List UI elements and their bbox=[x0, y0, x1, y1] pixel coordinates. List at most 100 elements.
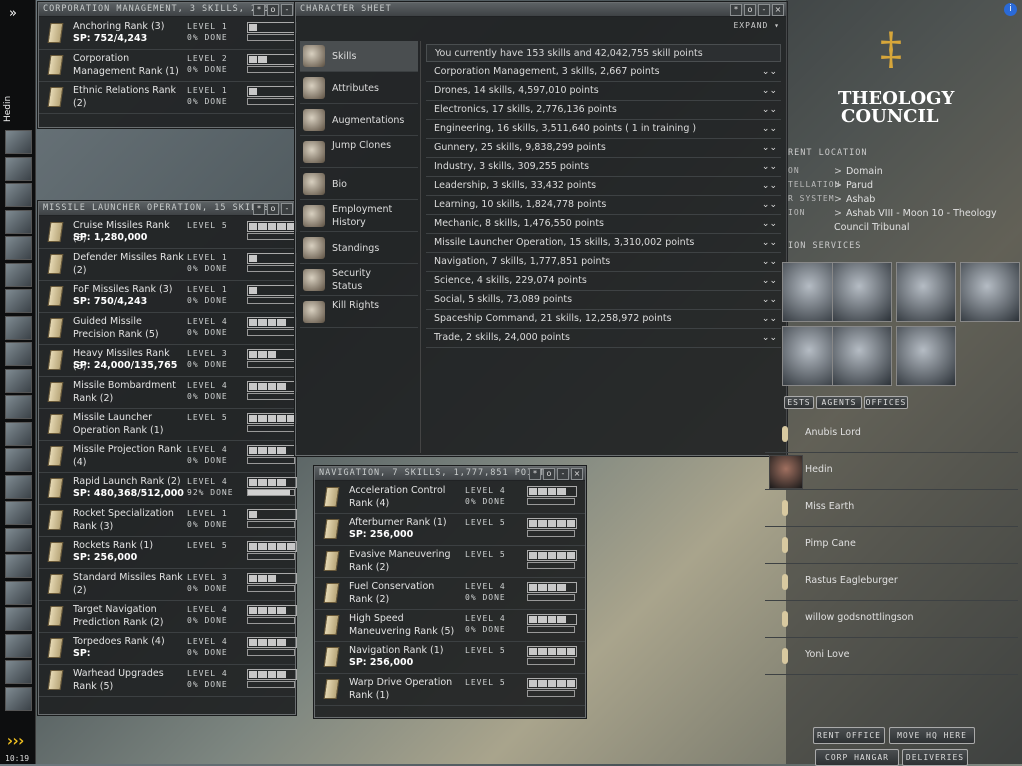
skill-row[interactable]: Fuel Conservation Rank (2) LEVEL 4 0% DONE bbox=[315, 577, 585, 610]
options-icon[interactable]: o bbox=[543, 468, 555, 480]
chevron-down-icon[interactable]: ⌄⌄ bbox=[762, 120, 777, 138]
skill-row[interactable]: Heavy Missiles Rank (3) SP: 24,000/135,76… bbox=[39, 344, 297, 377]
skill-row[interactable]: Acceleration Control Rank (4) LEVEL 4 0% D… bbox=[315, 481, 585, 514]
sheet-tab-kill-rights[interactable]: Kill Rights bbox=[300, 297, 418, 328]
station-icon[interactable] bbox=[5, 262, 32, 287]
assets-icon[interactable] bbox=[5, 368, 32, 393]
skill-row[interactable]: Anchoring Rank (3) SP: 752/4,243 LEVEL 1 0%… bbox=[39, 17, 297, 50]
pin-icon[interactable]: * bbox=[730, 4, 742, 16]
service-market-icon[interactable] bbox=[960, 262, 1020, 322]
agent-row[interactable]: Rastus Eagleburger bbox=[765, 564, 1018, 601]
chevron-down-icon[interactable]: ⌄⌄ bbox=[762, 63, 777, 81]
fitting-icon[interactable] bbox=[5, 315, 32, 340]
sheet-tab-bio[interactable]: Bio bbox=[300, 169, 418, 200]
pin-icon[interactable]: * bbox=[253, 203, 265, 215]
sheet-tab-augmentations[interactable]: Augmentations bbox=[300, 105, 418, 136]
people-icon[interactable] bbox=[5, 527, 32, 552]
skill-row[interactable]: Corporation Management Rank (1) LEVEL 2 0%… bbox=[39, 49, 297, 82]
skill-category-row[interactable]: Gunnery, 25 skills, 9,838,299 points ⌄⌄ bbox=[426, 139, 781, 158]
skill-category-row[interactable]: Engineering, 16 skills, 3,511,640 points… bbox=[426, 120, 781, 139]
station-tab[interactable]: OFFICES bbox=[864, 396, 908, 409]
expand-toggle[interactable]: EXPAND ▾ bbox=[733, 21, 780, 30]
skill-category-row[interactable]: Learning, 10 skills, 1,824,778 points ⌄⌄ bbox=[426, 196, 781, 215]
chevron-down-icon[interactable]: ⌄⌄ bbox=[762, 253, 777, 271]
scroll-arrows-icon[interactable]: ››› bbox=[5, 731, 31, 750]
skill-category-row[interactable]: Missile Launcher Operation, 15 skills, 3… bbox=[426, 234, 781, 253]
deliveries-button[interactable]: DELIVERIES bbox=[902, 749, 968, 766]
minimize-icon[interactable]: - bbox=[281, 4, 293, 16]
location-value[interactable]: > Parud bbox=[834, 179, 1020, 193]
minimize-icon[interactable]: - bbox=[281, 203, 293, 215]
minimize-icon[interactable]: - bbox=[557, 468, 569, 480]
skill-row[interactable]: Rapid Launch Rank (2) SP: 480,368/512,000… bbox=[39, 472, 297, 505]
skill-category-row[interactable]: Industry, 3 skills, 309,255 points ⌄⌄ bbox=[426, 158, 781, 177]
settings-icon[interactable] bbox=[5, 686, 32, 711]
skill-row[interactable]: Cruise Missiles Rank (5) SP: 1,280,000 LEV… bbox=[39, 216, 297, 249]
agent-row[interactable]: Hedin bbox=[765, 453, 1018, 490]
sheet-tab-attributes[interactable]: Attributes bbox=[300, 73, 418, 104]
info-icon[interactable]: i bbox=[1004, 3, 1017, 16]
sheet-tab-security-status[interactable]: Security Status bbox=[300, 265, 418, 296]
chevron-down-icon[interactable]: ⌄⌄ bbox=[762, 272, 777, 290]
location-value[interactable]: > Ashab bbox=[834, 193, 1020, 207]
window-title[interactable]: CHARACTER SHEET bbox=[296, 3, 786, 17]
skill-row[interactable]: Rocket Specialization Rank (3) LEVEL 1 0% … bbox=[39, 504, 297, 537]
skill-row[interactable]: Warp Drive Operation Rank (1) LEVEL 5 bbox=[315, 673, 585, 706]
station-tab[interactable]: AGENTS bbox=[816, 396, 862, 409]
options-icon[interactable]: o bbox=[267, 203, 279, 215]
skill-row[interactable]: FoF Missiles Rank (3) SP: 750/4,243 LEVEL … bbox=[39, 280, 297, 313]
skill-row[interactable]: Guided Missile Precision Rank (5) LEVEL 4… bbox=[39, 312, 297, 345]
close-icon[interactable]: × bbox=[772, 4, 784, 16]
service-reprocessing-icon[interactable] bbox=[896, 262, 956, 322]
chevron-down-icon[interactable]: ⌄⌄ bbox=[762, 177, 777, 195]
expand-button[interactable]: » bbox=[9, 6, 17, 21]
portrait-icon[interactable] bbox=[5, 130, 32, 154]
help-icon[interactable] bbox=[5, 448, 32, 472]
skill-category-row[interactable]: Navigation, 7 skills, 1,777,851 points ⌄⌄ bbox=[426, 253, 781, 272]
skill-row[interactable]: Standard Missiles Rank (2) LEVEL 3 0% DONE bbox=[39, 568, 297, 601]
skill-row[interactable]: Target Navigation Prediction Rank (2) LEV… bbox=[39, 600, 297, 633]
skill-row[interactable]: Missile Launcher Operation Rank (1) LEVEL… bbox=[39, 408, 297, 441]
info-icon[interactable] bbox=[5, 607, 32, 631]
mail-icon[interactable] bbox=[5, 183, 32, 207]
corp-hangar-button[interactable]: CORP HANGAR bbox=[815, 749, 899, 766]
corp-icon[interactable] bbox=[5, 342, 32, 366]
chevron-down-icon[interactable]: ⌄⌄ bbox=[762, 101, 777, 119]
move-hq-button[interactable]: MOVE HQ HERE bbox=[889, 727, 975, 744]
chevron-down-icon[interactable]: ⌄⌄ bbox=[762, 215, 777, 233]
skill-row[interactable]: Missile Projection Rank (4) LEVEL 4 0% DON… bbox=[39, 440, 297, 473]
agent-row[interactable]: Yoni Love bbox=[765, 638, 1018, 675]
contracts-icon[interactable] bbox=[5, 554, 32, 578]
chevron-down-icon[interactable]: ⌄⌄ bbox=[762, 234, 777, 252]
skill-row[interactable]: Evasive Maneuvering Rank (2) LEVEL 5 bbox=[315, 545, 585, 578]
chevron-down-icon[interactable]: ⌄⌄ bbox=[762, 158, 777, 176]
skill-row[interactable]: Missile Bombardment Rank (2) LEVEL 4 0% DO… bbox=[39, 376, 297, 409]
skill-row[interactable]: Navigation Rank (1) SP: 256,000 LEVEL 5 bbox=[315, 641, 585, 674]
skill-row[interactable]: Afterburner Rank (1) SP: 256,000 LEVEL 5 bbox=[315, 513, 585, 546]
agent-row[interactable]: Anubis Lord bbox=[765, 416, 1018, 453]
skill-category-row[interactable]: Mechanic, 8 skills, 1,476,550 points ⌄⌄ bbox=[426, 215, 781, 234]
chevron-down-icon[interactable]: ⌄⌄ bbox=[762, 291, 777, 309]
close-icon[interactable]: × bbox=[571, 468, 583, 480]
skill-category-row[interactable]: Electronics, 17 skills, 2,776,136 points… bbox=[426, 101, 781, 120]
service-medical-icon[interactable] bbox=[832, 326, 892, 386]
science-icon[interactable] bbox=[5, 395, 32, 419]
chevron-down-icon[interactable]: ⌄⌄ bbox=[762, 139, 777, 157]
options-icon[interactable]: o bbox=[267, 4, 279, 16]
map-icon[interactable] bbox=[5, 289, 32, 313]
service-fitting-icon[interactable] bbox=[832, 262, 892, 322]
skill-row[interactable]: High Speed Maneuvering Rank (5) LEVEL 4 0%… bbox=[315, 609, 585, 642]
journal-icon[interactable] bbox=[5, 474, 32, 499]
options-icon[interactable]: o bbox=[744, 4, 756, 16]
sheet-tab-skills[interactable]: Skills bbox=[300, 41, 418, 72]
chevron-down-icon[interactable]: ⌄⌄ bbox=[762, 82, 777, 100]
notepad-icon[interactable] bbox=[5, 209, 32, 234]
skill-category-row[interactable]: Spaceship Command, 21 skills, 12,258,972… bbox=[426, 310, 781, 329]
avatar-icon[interactable] bbox=[5, 633, 32, 658]
agent-row[interactable]: Pimp Cane bbox=[765, 527, 1018, 564]
location-value[interactable]: > Ashab VIII - Moon 10 - Theology Council… bbox=[834, 207, 1020, 235]
skill-row[interactable]: Torpedoes Rank (4) SP: LEVEL 4 0% DONE bbox=[39, 632, 297, 665]
agent-row[interactable]: willow godsnottlingson bbox=[765, 601, 1018, 638]
skill-category-row[interactable]: Corporation Management, 3 skills, 2,667 … bbox=[426, 63, 781, 82]
skill-category-row[interactable]: Social, 5 skills, 73,089 points ⌄⌄ bbox=[426, 291, 781, 310]
